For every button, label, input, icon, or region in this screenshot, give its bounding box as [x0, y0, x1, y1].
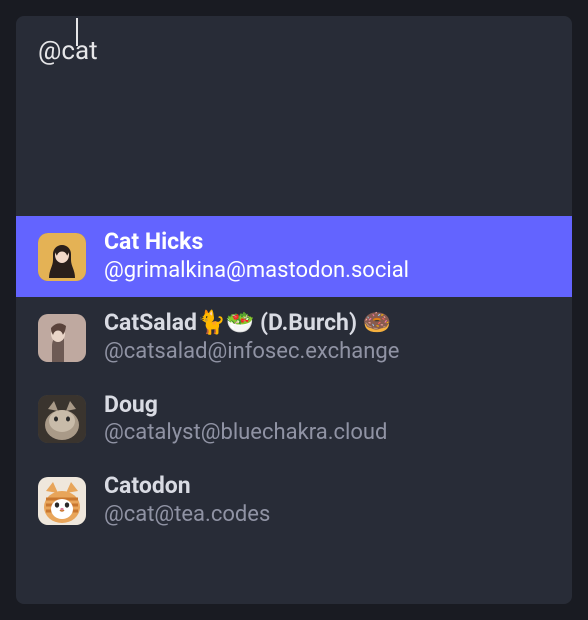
- handle: @grimalkina@mastodon.social: [104, 257, 409, 286]
- suggestion-text: CatSalad🐈🥗 (D.Burch) 🍩 @catsalad@infosec…: [104, 309, 399, 366]
- display-name: CatSalad🐈🥗 (D.Burch) 🍩: [104, 309, 399, 338]
- mention-suggestions: Cat Hicks @grimalkina@mastodon.social Ca…: [16, 216, 572, 547]
- compose-textarea[interactable]: @cat: [16, 16, 572, 216]
- avatar: [38, 395, 86, 443]
- suggestion-text: Doug @catalyst@bluechakra.cloud: [104, 391, 387, 448]
- suggestion-text: Catodon @cat@tea.codes: [104, 472, 270, 529]
- compose-panel: @cat Cat Hicks @grimalkina@mastodon.soci…: [16, 16, 572, 604]
- display-name: Doug: [104, 391, 387, 420]
- suggestion-item[interactable]: CatSalad🐈🥗 (D.Burch) 🍩 @catsalad@infosec…: [16, 297, 572, 378]
- handle: @cat@tea.codes: [104, 501, 270, 530]
- compose-text: @cat: [38, 36, 98, 66]
- avatar: [38, 314, 86, 362]
- avatar: [38, 233, 86, 281]
- handle: @catsalad@infosec.exchange: [104, 338, 399, 367]
- handle: @catalyst@bluechakra.cloud: [104, 419, 387, 448]
- suggestion-item[interactable]: Catodon @cat@tea.codes: [16, 460, 572, 541]
- text-caret: [76, 18, 78, 46]
- display-name: Cat Hicks: [104, 228, 409, 257]
- suggestion-item[interactable]: Doug @catalyst@bluechakra.cloud: [16, 379, 572, 460]
- display-name: Catodon: [104, 472, 270, 501]
- suggestion-text: Cat Hicks @grimalkina@mastodon.social: [104, 228, 409, 285]
- avatar: [38, 477, 86, 525]
- suggestion-item[interactable]: Cat Hicks @grimalkina@mastodon.social: [16, 216, 572, 297]
